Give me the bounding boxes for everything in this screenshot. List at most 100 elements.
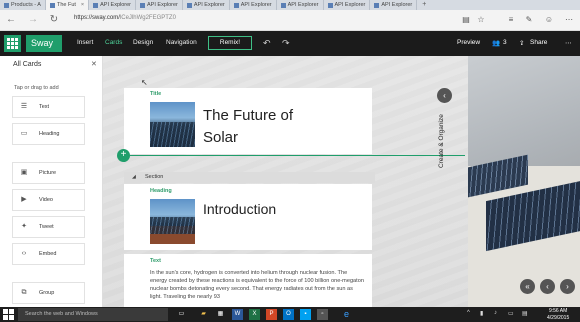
reading-view-icon[interactable]: ▤ (461, 15, 471, 25)
section-label: Section (145, 174, 164, 180)
title-card[interactable]: Title The Future of Solar (124, 88, 372, 154)
new-tab-button[interactable]: + (417, 0, 431, 10)
text-icon: ☰ (20, 103, 28, 110)
task-view-icon[interactable]: ▭ (176, 309, 187, 320)
more-options-icon[interactable]: ⋯ (565, 39, 572, 47)
card-type-picture[interactable]: ▣ Picture (12, 162, 85, 184)
browser-tab[interactable]: API Explorer (277, 0, 324, 10)
all-cards-panel: All Cards ✕ Tap or drag to add ☰ Text ▭ He… (0, 56, 103, 307)
share-icon[interactable]: ⇪ (519, 39, 524, 47)
app-icon[interactable]: ▪ (300, 309, 311, 320)
mouse-cursor-icon: ↖ (141, 78, 148, 87)
menu-insert[interactable]: Insert (77, 39, 93, 46)
preview-pane (468, 56, 580, 307)
preview-button[interactable]: Preview (457, 39, 480, 46)
clock-time: 9:56 AM (548, 308, 568, 314)
redo-icon[interactable]: ↷ (282, 37, 290, 49)
embed-icon: ‹› (21, 250, 27, 257)
browser-tab-active[interactable]: The Fut × (45, 0, 90, 10)
favicon-icon (233, 2, 239, 8)
address-bar-row: ← → ↻ https://sway.com/lCeJlhWg2FEGPTZ0 … (0, 10, 580, 31)
twitter-icon: ✦ (21, 223, 27, 230)
url-field[interactable]: https://sway.com/lCeJlhWg2FEGPTZ0 (74, 15, 176, 21)
close-tab-icon[interactable]: × (81, 0, 84, 10)
url-path: lCeJlhWg2FEGPTZ0 (119, 15, 176, 21)
card-type-heading[interactable]: ▭ Heading (12, 123, 85, 145)
title-line: The Future of (203, 107, 294, 124)
excel-icon[interactable]: X (249, 309, 260, 320)
card-type-video[interactable]: ▶ Video (12, 189, 85, 211)
panel-hint: Tap or drag to add (14, 85, 59, 91)
favicon-icon (4, 2, 9, 8)
more-icon[interactable]: ⋯ (564, 15, 574, 25)
collapse-left-icon[interactable]: ‹ (437, 88, 452, 103)
app-icon[interactable]: ▫ (317, 309, 328, 320)
rooftop-solar-image[interactable] (150, 199, 195, 244)
card-type-embed[interactable]: ‹› Embed (12, 243, 85, 265)
app-launcher-icon[interactable] (4, 35, 21, 52)
solar-panel-image[interactable] (150, 102, 195, 147)
notifications-icon[interactable]: ▤ (522, 310, 528, 317)
favicon-icon (374, 2, 380, 8)
taskbar-search-input[interactable]: Search the web and Windows (18, 308, 168, 321)
close-panel-icon[interactable]: ✕ (91, 60, 97, 68)
add-card-icon[interactable]: + (117, 149, 130, 162)
create-organize-label[interactable]: Create & Organize (438, 114, 445, 168)
undo-icon[interactable]: ↶ (263, 37, 271, 49)
hub-icon[interactable]: ≡ (506, 15, 516, 25)
store-icon[interactable]: ▦ (215, 309, 226, 320)
previous-icon[interactable]: ‹ (540, 279, 555, 294)
favorites-star-icon[interactable]: ☆ (476, 15, 486, 25)
file-explorer-icon[interactable]: ▰ (198, 309, 209, 320)
browser-tab[interactable]: API Explorer (230, 0, 277, 10)
word-icon[interactable]: W (232, 309, 243, 320)
browser-tab[interactable]: API Explorer (89, 0, 137, 10)
back-icon[interactable]: ← (5, 14, 17, 26)
favicon-icon (49, 2, 55, 8)
favicon-icon (186, 2, 192, 8)
section-header[interactable]: ◢ Section (124, 172, 375, 183)
menu-cards[interactable]: Cards (105, 39, 122, 46)
favicon-icon (280, 2, 286, 8)
card-type-group[interactable]: ⧉ Group (12, 282, 85, 304)
insert-line (130, 155, 465, 156)
card-type-text[interactable]: ☰ Text (12, 96, 85, 118)
share-button[interactable]: Share (530, 39, 547, 46)
windows-taskbar: Search the web and Windows ▭ ▰ ▦ W X P O… (0, 307, 580, 322)
web-note-icon[interactable]: ✎ (524, 15, 534, 25)
browser-tab[interactable]: Products - A (0, 0, 46, 10)
browser-tab-strip: Products - A The Fut × API Explorer API E… (0, 0, 580, 10)
menu-navigation[interactable]: Navigation (166, 39, 197, 46)
browser-tab[interactable]: API Explorer (183, 0, 230, 10)
network-icon[interactable]: ▮ (480, 310, 483, 317)
powerpoint-icon[interactable]: P (266, 309, 277, 320)
next-icon[interactable]: › (560, 279, 575, 294)
browser-tab[interactable]: API Explorer (370, 0, 418, 10)
forward-icon[interactable]: → (27, 14, 39, 26)
remix-button[interactable]: Remix! (208, 36, 252, 50)
sway-logo[interactable]: Sway (26, 35, 62, 52)
heading-card[interactable]: Heading Introduction (124, 184, 372, 250)
outlook-icon[interactable]: O (283, 309, 294, 320)
first-page-icon[interactable]: « (520, 279, 535, 294)
edge-browser-icon[interactable]: e (341, 309, 352, 320)
share-count: 3 (503, 39, 507, 46)
clock[interactable]: 9:56 AM 4/29/2015 (547, 308, 569, 321)
people-icon[interactable]: 👥 (492, 39, 500, 47)
windows-start-icon[interactable] (3, 309, 14, 320)
card-type-tweet[interactable]: ✦ Tweet (12, 216, 85, 238)
menu-design[interactable]: Design (133, 39, 153, 46)
section-heading[interactable]: Introduction (203, 201, 276, 217)
text-card-body[interactable]: In the sun's core, hydrogen is converted… (150, 269, 365, 301)
card-label: Text (150, 258, 161, 264)
feedback-smiley-icon[interactable]: ☺ (544, 15, 554, 25)
title-heading[interactable]: The Future of Solar (203, 105, 293, 149)
refresh-icon[interactable]: ↻ (48, 14, 60, 26)
browser-tab[interactable]: API Explorer (136, 0, 183, 10)
browser-tab[interactable]: API Explorer (324, 0, 371, 10)
battery-icon[interactable]: ▭ (508, 310, 514, 317)
heading-icon: ▭ (20, 130, 28, 137)
collapse-triangle-icon[interactable]: ◢ (132, 174, 136, 180)
tray-arrow-icon[interactable]: ^ (467, 310, 470, 316)
volume-icon[interactable]: ♪ (494, 310, 497, 316)
